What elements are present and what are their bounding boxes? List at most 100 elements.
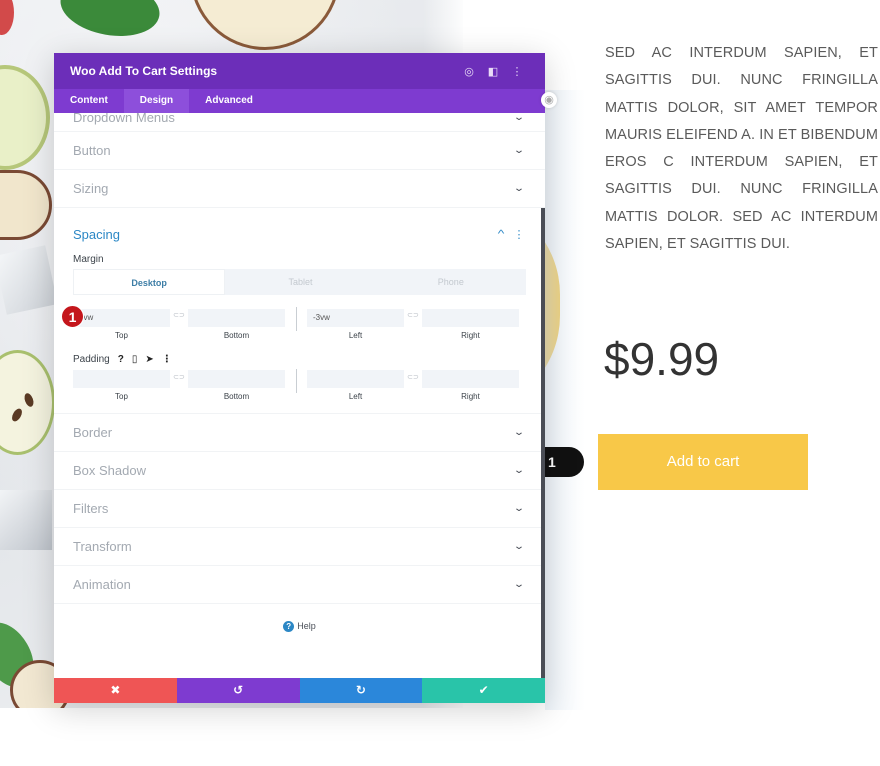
- field-caption: Right: [461, 392, 480, 401]
- toggle-title: Filters: [73, 501, 109, 516]
- seed-shape: [10, 406, 24, 424]
- undo-button[interactable]: ↺: [176, 678, 300, 703]
- help-icon[interactable]: ?: [118, 354, 124, 365]
- toggle-title: Box Shadow: [73, 463, 146, 478]
- hover-icon[interactable]: ➤: [145, 354, 153, 365]
- toggle-title: Transform: [73, 539, 132, 554]
- padding-row: Top ⊂⊃ Bottom Left ⊂⊃ Right: [73, 368, 526, 401]
- modal-tabs: Content Design Advanced: [54, 89, 545, 113]
- device-tab-phone[interactable]: Phone: [376, 269, 526, 295]
- device-tab-desktop[interactable]: Desktop: [73, 269, 226, 295]
- modal-footer: ✖ ↺ ↻ ✔: [54, 678, 545, 703]
- padding-bottom-input[interactable]: [188, 370, 285, 388]
- field-caption: Top: [115, 392, 128, 401]
- padding-right-input[interactable]: [422, 370, 519, 388]
- cancel-button[interactable]: ✖: [54, 678, 177, 703]
- padding-label-row: Padding ? ▯ ➤ ⋮: [73, 354, 526, 365]
- toggle-title: Dropdown Menus: [73, 113, 175, 125]
- field-caption: Bottom: [223, 392, 250, 401]
- help-link[interactable]: ? Help: [54, 604, 545, 632]
- margin-row: 1 Top ⊂⊃ Bottom: [61, 305, 526, 340]
- toggle-button[interactable]: Button ⌄: [54, 132, 545, 170]
- divider: [296, 368, 297, 393]
- toggle-title: Border: [73, 425, 113, 440]
- tab-design[interactable]: Design: [123, 89, 190, 113]
- padding-right-field: Right: [422, 369, 519, 401]
- modal-title: Woo Add To Cart Settings: [70, 64, 218, 78]
- margin-top-input[interactable]: [73, 308, 170, 327]
- scrollbar[interactable]: [541, 208, 545, 678]
- field-caption: Top: [115, 330, 128, 340]
- page: 1 SED AC INTERDUM SAPIEN, ET SAGITTIS DU…: [0, 0, 880, 766]
- padding-top-field: Top: [73, 369, 170, 401]
- spacing-header[interactable]: Spacing ^ ⋮: [73, 220, 526, 248]
- toggle-transform[interactable]: Transform ⌄: [54, 528, 545, 566]
- margin-right-field: Right: [422, 307, 519, 340]
- margin-left-input[interactable]: [307, 308, 404, 327]
- decorative-fade: [545, 90, 585, 710]
- tab-advanced[interactable]: Advanced: [189, 89, 269, 113]
- padding-left-field: Left: [307, 369, 404, 401]
- margin-right-input[interactable]: [422, 308, 519, 327]
- save-button[interactable]: ✔: [422, 678, 545, 703]
- toggle-box-shadow[interactable]: Box Shadow ⌄: [54, 452, 545, 490]
- chevron-down-icon: ⌄: [513, 427, 525, 438]
- annotation-badge: 1: [61, 305, 84, 328]
- margin-left-field: Left: [307, 307, 404, 340]
- toggle-border[interactable]: Border ⌄: [54, 414, 545, 452]
- help-label: Help: [297, 621, 316, 631]
- link-icon[interactable]: ⊂⊃: [170, 369, 188, 387]
- more-options-icon[interactable]: ⋮: [505, 65, 529, 78]
- toggle-dropdown-menus[interactable]: Dropdown Menus ⌄: [54, 113, 545, 132]
- margin-top-field: Top: [73, 307, 170, 340]
- field-caption: Right: [461, 330, 480, 340]
- more-icon[interactable]: ⋮: [512, 228, 526, 241]
- chevron-down-icon: ⌄: [513, 183, 525, 194]
- chevron-down-icon: ⌄: [513, 145, 525, 156]
- padding-label: Padding: [73, 353, 110, 365]
- chevron-down-icon: ⌄: [513, 465, 525, 476]
- product-price: $9.99: [604, 333, 720, 385]
- device-tabs: Desktop Tablet Phone: [73, 269, 526, 295]
- margin-left-right: Left ⊂⊃ Right: [307, 307, 519, 340]
- padding-bottom-field: Bottom: [188, 369, 285, 401]
- margin-label: Margin: [73, 254, 104, 265]
- toggle-animation[interactable]: Animation ⌄: [54, 566, 545, 604]
- toggle-sizing[interactable]: Sizing ⌄: [54, 170, 545, 208]
- divider: [296, 307, 297, 331]
- field-caption: Bottom: [223, 330, 250, 340]
- link-icon[interactable]: ⊂⊃: [404, 307, 422, 325]
- chevron-up-icon[interactable]: ^: [491, 229, 511, 240]
- tab-content[interactable]: Content: [54, 89, 124, 113]
- margin-bottom-input[interactable]: [188, 308, 285, 327]
- toggle-title: Button: [73, 143, 111, 158]
- modal-body: Dropdown Menus ⌄ Button ⌄ Sizing ⌄ Spaci…: [54, 113, 545, 678]
- link-icon[interactable]: ⊂⊃: [404, 369, 422, 387]
- ice-cube-shape: [0, 490, 52, 550]
- split-view-icon[interactable]: ◧: [481, 65, 505, 78]
- padding-top-bottom: Top ⊂⊃ Bottom: [73, 369, 285, 401]
- more-icon[interactable]: ⋮: [162, 354, 172, 365]
- add-to-cart-button[interactable]: Add to cart: [598, 434, 808, 490]
- toggle-title: Animation: [73, 577, 131, 592]
- chevron-down-icon: ⌄: [513, 113, 525, 123]
- padding-left-input[interactable]: [307, 370, 404, 388]
- device-tab-tablet[interactable]: Tablet: [225, 269, 375, 295]
- link-icon[interactable]: ⊂⊃: [170, 307, 188, 325]
- responsive-icon[interactable]: ▯: [132, 354, 138, 365]
- chevron-down-icon: ⌄: [513, 579, 525, 590]
- settings-modal: Woo Add To Cart Settings ◎ ◧ ⋮ Content D…: [54, 53, 545, 703]
- redo-button[interactable]: ↻: [299, 678, 423, 703]
- toggle-filters[interactable]: Filters ⌄: [54, 490, 545, 528]
- toggle-title: Sizing: [73, 181, 109, 196]
- field-caption: Left: [348, 392, 363, 401]
- help-circle-icon: ?: [283, 621, 295, 632]
- focus-icon[interactable]: ◎: [457, 65, 481, 78]
- chevron-down-icon: ⌄: [513, 541, 525, 552]
- spacing-title: Spacing: [73, 226, 120, 242]
- modal-header: Woo Add To Cart Settings ◎ ◧ ⋮: [54, 53, 545, 89]
- padding-top-input[interactable]: [73, 370, 170, 388]
- padding-left-right: Left ⊂⊃ Right: [307, 369, 519, 401]
- product-description: SED AC INTERDUM SAPIEN, ET SAGITTIS DUI.…: [605, 45, 878, 253]
- globe-icon[interactable]: ◉: [541, 92, 557, 108]
